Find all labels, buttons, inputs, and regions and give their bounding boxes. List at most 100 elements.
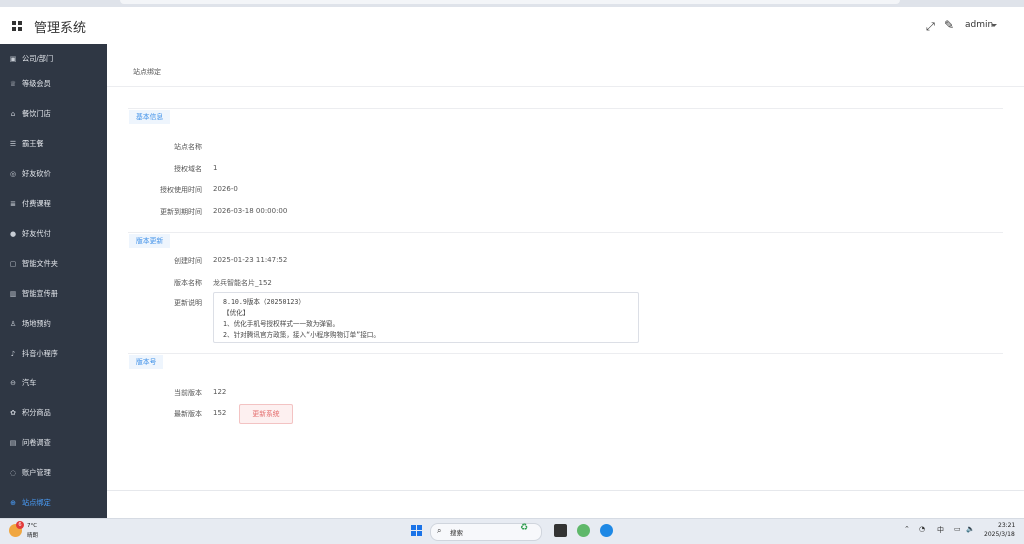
sidebar-item-label: 等级会员 xyxy=(22,79,51,88)
sidebar-item-label: 抖音小程序 xyxy=(22,349,58,358)
globe-icon: ⊕ xyxy=(10,499,16,507)
version-name-value: 龙兵智能名片_152 xyxy=(213,279,272,287)
page-title: 站点绑定 xyxy=(133,68,161,76)
list-icon: ☰ xyxy=(9,140,17,148)
site-name-label: 站点名称 xyxy=(174,143,202,151)
theme-brush-icon[interactable]: ✎ xyxy=(944,18,954,32)
sidebar-item-label: 场地预约 xyxy=(22,319,51,328)
sidebar-item-label: 积分商品 xyxy=(22,408,51,417)
app-title: 管理系统 xyxy=(34,21,87,36)
sidebar-item-label: 付费课程 xyxy=(22,199,51,208)
sidebar-item-survey[interactable]: ▤ 问卷调查 xyxy=(0,428,107,458)
divider xyxy=(128,232,1003,233)
tray-chevron-icon[interactable]: ⌃ xyxy=(904,525,910,533)
created-value: 2025-01-23 11:47:52 xyxy=(213,256,288,264)
sidebar-item-venue[interactable]: ♙ 场地预约 xyxy=(0,309,107,339)
sidebar-item-label: 好友砍价 xyxy=(22,169,51,178)
fullscreen-icon[interactable]: ⤢ xyxy=(926,20,935,34)
ime-language[interactable]: 中 xyxy=(937,525,944,535)
tray-display-icon[interactable]: ▭ xyxy=(954,525,961,533)
account-icon: ◌ xyxy=(9,469,17,477)
use-time-label: 授权使用时间 xyxy=(160,186,202,194)
divider xyxy=(128,353,1003,354)
update-notes-textarea[interactable]: 8.10.9版本（20250123） 【优化】 1、优化手机号授权样式一一致为弹… xyxy=(213,292,639,343)
domain-label: 授权域名 xyxy=(174,165,202,173)
course-icon: ≣ xyxy=(10,200,16,208)
section-tag-version: 版本号 xyxy=(129,355,164,369)
divider xyxy=(107,490,1024,491)
sidebar-item-label: 智能宣传册 xyxy=(22,289,58,298)
latest-version-label: 最新版本 xyxy=(174,410,202,418)
current-version-label: 当前版本 xyxy=(174,389,202,397)
sidebar-item-label: 智能文件夹 xyxy=(22,259,58,268)
brochure-icon: ▥ xyxy=(9,290,17,298)
sidebar-item-members[interactable]: ♕ 等级会员 xyxy=(0,69,107,99)
top-header: 管理系统 ⤢ ✎ admin xyxy=(0,7,1024,45)
windows-start-icon[interactable] xyxy=(411,525,423,537)
current-version-value: 122 xyxy=(213,388,227,396)
crown-icon: ♕ xyxy=(9,80,17,88)
points-icon: ✿ xyxy=(10,409,16,417)
folder-icon: ▢ xyxy=(9,260,17,268)
sidebar: ▣ 公司/部门 ♕ 等级会员 ⌂ 餐饮门店 ☰ 霸王餐 ◎ 好友砍价 ≣ 付费课程 ● 好友代… xyxy=(0,44,107,518)
sidebar-item-account[interactable]: ◌ 账户管理 xyxy=(0,458,107,488)
clock-date[interactable]: 2025/3/18 xyxy=(984,531,1015,538)
note-line: 2、针对腾讯官方政策，接入“小程序购物订单”接口。 xyxy=(223,331,380,339)
sidebar-item-free-meal[interactable]: ☰ 霸王餐 xyxy=(0,129,107,159)
weather-temp: 7°C xyxy=(27,523,38,529)
building-icon: ▣ xyxy=(9,55,17,63)
main-content: 站点绑定 基本信息 站点名称 授权域名 1 授权使用时间 2026-0 更新到期… xyxy=(107,44,1024,518)
sidebar-item-douyin[interactable]: ♪ 抖音小程序 xyxy=(0,339,107,369)
sidebar-item-stores[interactable]: ⌂ 餐饮门店 xyxy=(0,99,107,129)
volume-icon[interactable]: 🔈 xyxy=(966,525,975,533)
version-name-label: 版本名称 xyxy=(174,279,202,287)
sidebar-item-label: 好友代付 xyxy=(22,229,51,238)
edge-browser-icon[interactable] xyxy=(600,524,613,537)
tray-network-icon[interactable]: ◔ xyxy=(919,525,925,533)
sidebar-item-car[interactable]: ⊖ 汽车 xyxy=(0,368,107,398)
note-line: 1、优化手机号授权样式一一致为弹窗。 xyxy=(223,320,340,328)
recycle-icon[interactable]: ♻ xyxy=(520,523,528,533)
notes-label: 更新说明 xyxy=(174,299,202,307)
search-icon: ⌕ xyxy=(437,526,442,535)
sidebar-item-label: 餐饮门店 xyxy=(22,109,51,118)
latest-version-value: 152 xyxy=(213,409,227,417)
update-system-button[interactable]: 更新系统 xyxy=(239,404,293,424)
bargain-icon: ◎ xyxy=(9,170,17,178)
tiktok-icon: ♪ xyxy=(10,350,16,358)
sidebar-item-bargain[interactable]: ◎ 好友砍价 xyxy=(0,159,107,189)
browser-app-icon[interactable] xyxy=(577,524,590,537)
user-menu[interactable]: admin xyxy=(965,20,993,30)
payment-icon: ● xyxy=(9,230,17,238)
note-line: 8.10.9版本（20250123） xyxy=(223,298,305,306)
sidebar-item-brochure[interactable]: ▥ 智能宣传册 xyxy=(0,279,107,309)
sidebar-item-site-binding[interactable]: ⊕ 站点绑定 xyxy=(0,488,107,518)
car-icon: ⊖ xyxy=(10,379,16,387)
sidebar-item-folder[interactable]: ▢ 智能文件夹 xyxy=(0,249,107,279)
survey-icon: ▤ xyxy=(9,439,17,447)
store-icon: ⌂ xyxy=(10,110,16,118)
created-label: 创建时间 xyxy=(174,257,202,265)
menu-grid-icon[interactable] xyxy=(12,21,22,31)
notification-badge: 6 xyxy=(16,521,24,529)
divider xyxy=(107,86,1024,87)
expire-label: 更新到期时间 xyxy=(160,208,202,216)
sidebar-item-friend-pay[interactable]: ● 好友代付 xyxy=(0,219,107,249)
taskbar: 6 7°C 晴朗 ⌕ 搜索 ♻ ⌃ ◔ 中 ▭ 🔈 23:21 2025/3/1… xyxy=(0,518,1024,544)
sidebar-item-label: 问卷调查 xyxy=(22,438,51,447)
use-time-value: 2026-0 xyxy=(213,185,238,193)
divider xyxy=(128,108,1003,109)
section-tag-update: 版本更新 xyxy=(129,234,171,248)
section-tag-basic: 基本信息 xyxy=(129,110,171,124)
address-bar[interactable] xyxy=(120,0,900,4)
caret-down-icon[interactable] xyxy=(991,24,997,27)
sidebar-item-points[interactable]: ✿ 积分商品 xyxy=(0,398,107,428)
weather-desc: 晴朗 xyxy=(27,533,39,539)
file-explorer-icon[interactable] xyxy=(554,524,567,537)
sidebar-item-courses[interactable]: ≣ 付费课程 xyxy=(0,189,107,219)
sidebar-item-label: 站点绑定 xyxy=(22,498,51,507)
clock-time[interactable]: 23:21 xyxy=(998,522,1015,529)
sidebar-item-label: 霸王餐 xyxy=(22,139,44,148)
note-line: 【优化】 xyxy=(223,309,250,317)
sidebar-item-label: 汽车 xyxy=(22,378,37,387)
